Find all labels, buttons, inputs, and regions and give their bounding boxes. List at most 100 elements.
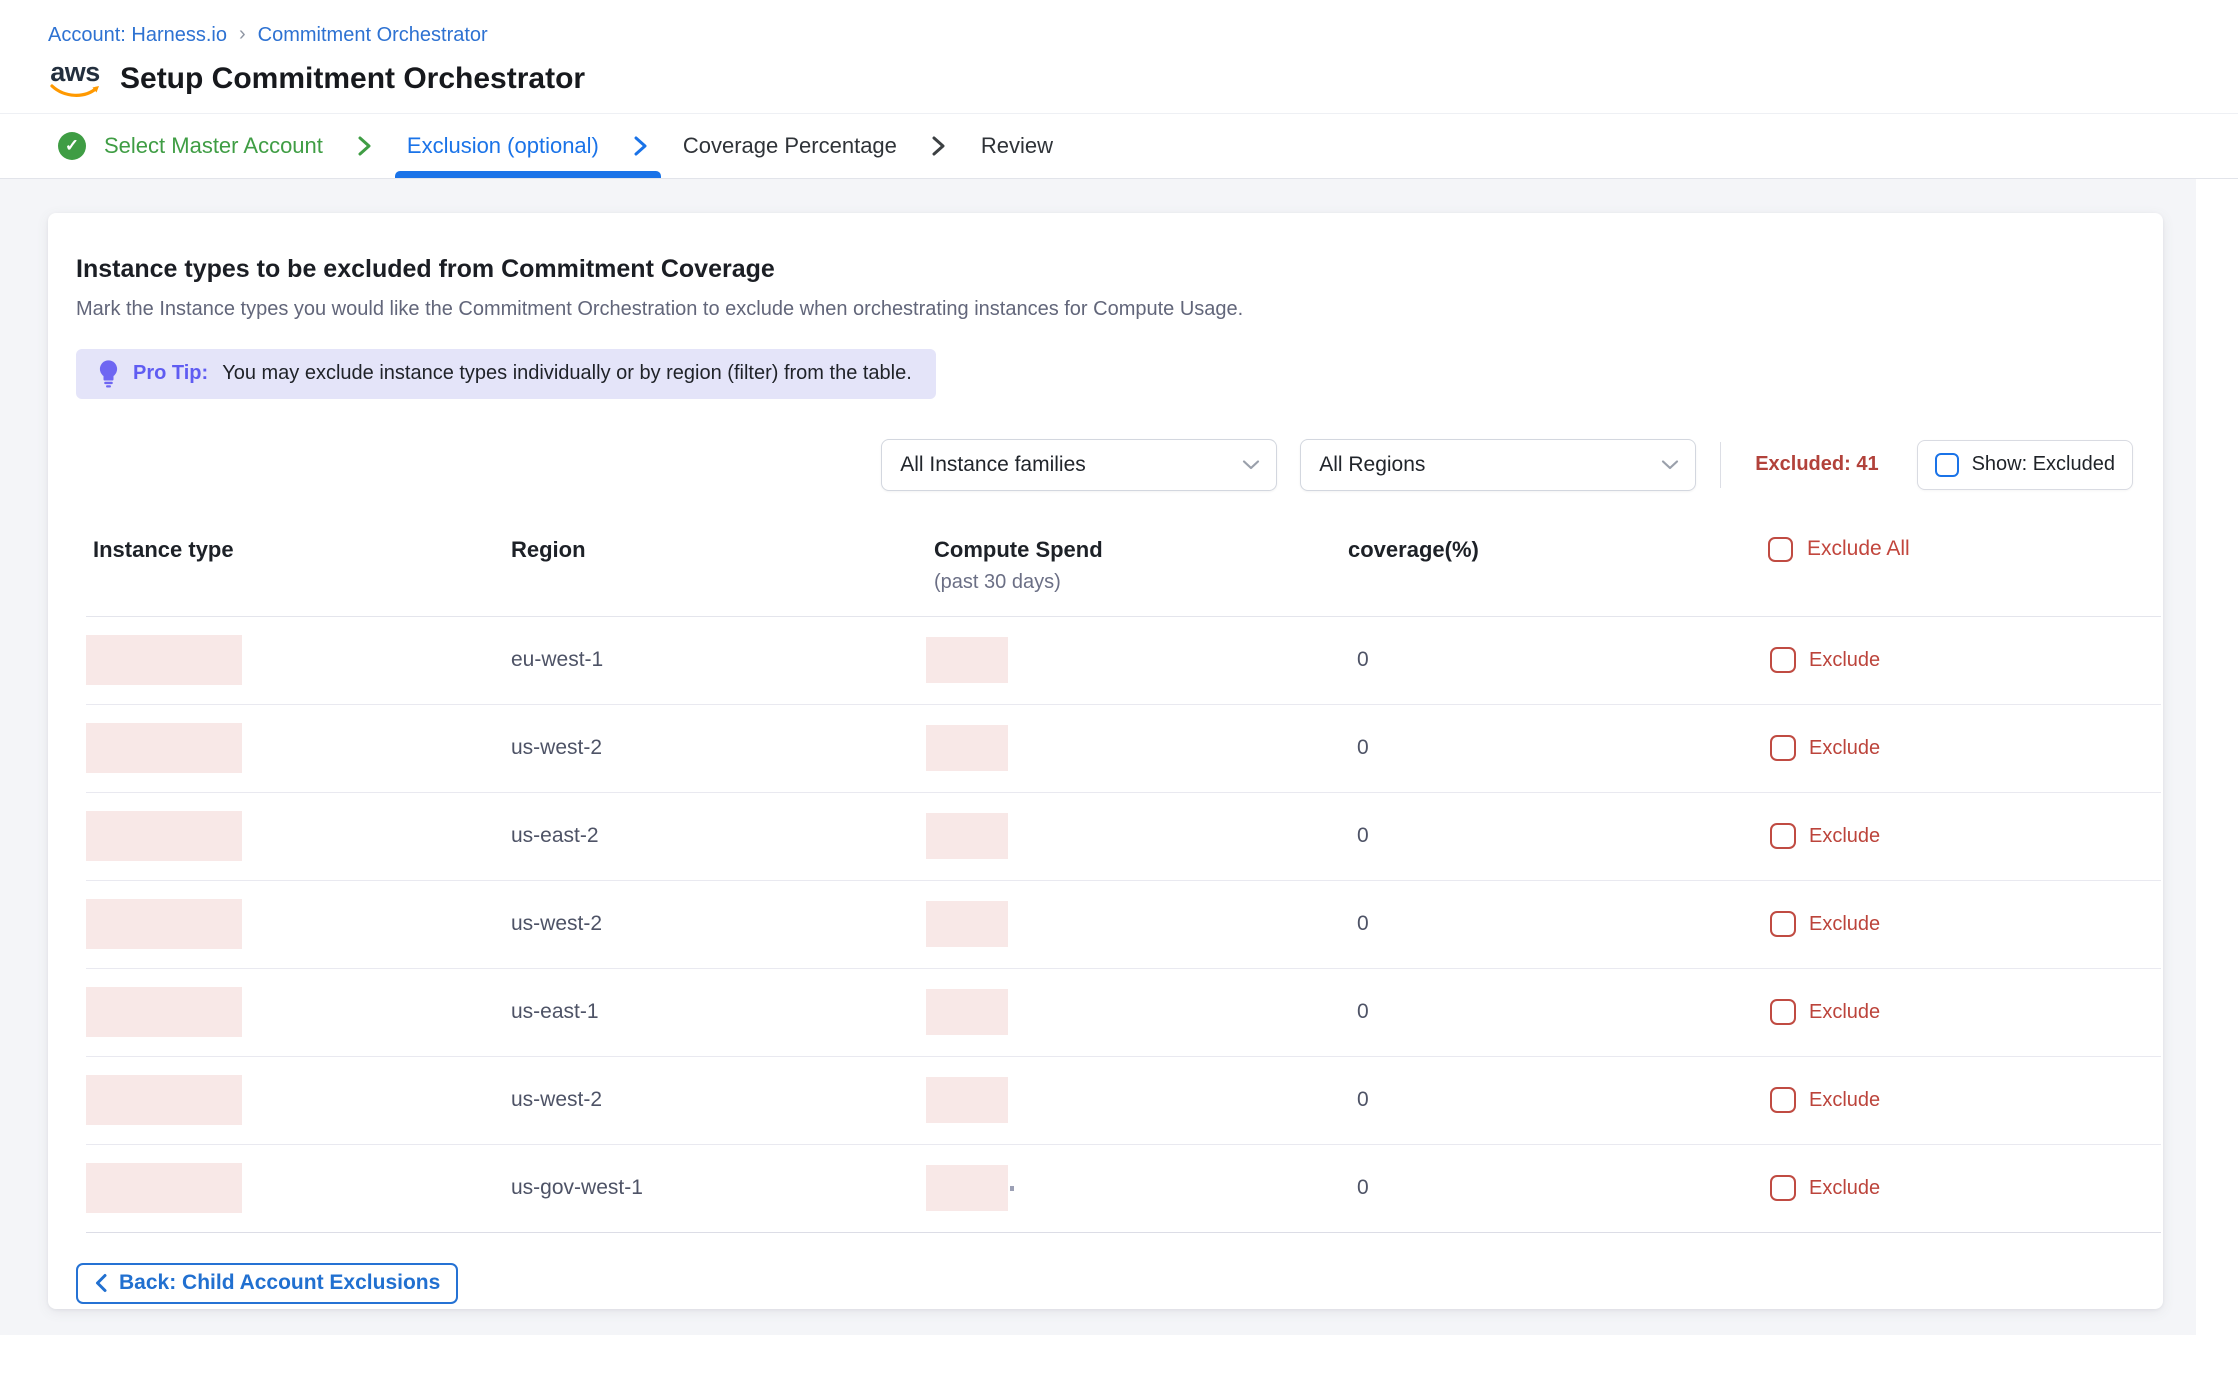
card-subtitle: Mark the Instance types you would like t… xyxy=(76,298,2135,321)
aws-smile-swoosh xyxy=(50,84,100,99)
title-row: aws Setup Commitment Orchestrator xyxy=(48,59,2238,113)
exclude-row-label: Exclude xyxy=(1809,913,1880,936)
cell-instance-type xyxy=(86,1163,511,1213)
content-area: Instance types to be excluded from Commi… xyxy=(0,179,2196,1335)
chevron-left-icon xyxy=(94,1273,108,1293)
col-header-instance-type: Instance type xyxy=(86,537,511,563)
back-button-label: Back: Child Account Exclusions xyxy=(119,1271,440,1295)
cell-coverage: 0 xyxy=(1341,912,1761,936)
redacted-spend-dot xyxy=(1010,1186,1014,1191)
exclude-row-checkbox[interactable] xyxy=(1770,911,1796,937)
compute-spend-title: Compute Spend xyxy=(934,537,1341,563)
cell-instance-type xyxy=(86,635,511,685)
cell-coverage: 0 xyxy=(1341,648,1761,672)
chevron-right-icon xyxy=(927,134,949,158)
exclude-row-checkbox[interactable] xyxy=(1770,999,1796,1025)
col-header-region: Region xyxy=(511,537,926,563)
cell-instance-type xyxy=(86,987,511,1037)
cell-compute-spend xyxy=(926,725,1341,771)
col-header-compute-spend: Compute Spend (past 30 days) xyxy=(926,537,1341,594)
pro-tip-banner: Pro Tip: You may exclude instance types … xyxy=(76,349,936,399)
cell-region: us-gov-west-1 xyxy=(511,1176,926,1200)
col-header-exclude-all: Exclude All xyxy=(1761,537,2161,562)
table-row: us-west-2 0 Exclude xyxy=(86,1057,2161,1145)
redacted-instance-type xyxy=(86,811,242,861)
cell-coverage: 0 xyxy=(1341,1000,1761,1024)
redacted-compute-spend xyxy=(926,1165,1008,1211)
exclude-row-label: Exclude xyxy=(1809,1001,1880,1024)
step-label: Review xyxy=(981,133,1053,159)
cell-region: us-east-2 xyxy=(511,824,926,848)
col-header-coverage: coverage(%) xyxy=(1341,537,1761,563)
table-header-row: Instance type Region Compute Spend (past… xyxy=(86,537,2161,617)
exclude-row-label: Exclude xyxy=(1809,825,1880,848)
cell-instance-type xyxy=(86,1075,511,1125)
cell-region: us-west-2 xyxy=(511,912,926,936)
exclude-row-checkbox[interactable] xyxy=(1770,823,1796,849)
check-circle-icon: ✓ xyxy=(58,132,86,160)
card-title: Instance types to be excluded from Commi… xyxy=(76,255,2135,284)
breadcrumb-current-link[interactable]: Commitment Orchestrator xyxy=(258,24,488,47)
pro-tip-label: Pro Tip: xyxy=(133,362,208,385)
table-row: us-west-2 0 Exclude xyxy=(86,705,2161,793)
aws-logo-icon: aws xyxy=(48,61,102,99)
cell-instance-type xyxy=(86,811,511,861)
cell-compute-spend xyxy=(926,989,1341,1035)
cell-compute-spend xyxy=(926,637,1341,683)
table-row: us-east-2 0 Exclude xyxy=(86,793,2161,881)
aws-logo-text: aws xyxy=(50,61,100,84)
exclude-row-checkbox[interactable] xyxy=(1770,1175,1796,1201)
chevron-right-icon xyxy=(353,134,375,158)
breadcrumb-account-link[interactable]: Account: Harness.io xyxy=(48,24,227,47)
cell-compute-spend xyxy=(926,1165,1341,1211)
exclude-row-checkbox[interactable] xyxy=(1770,1087,1796,1113)
redacted-compute-spend xyxy=(926,1077,1008,1123)
back-child-account-exclusions-button[interactable]: Back: Child Account Exclusions xyxy=(76,1263,458,1304)
cell-region: us-west-2 xyxy=(511,1088,926,1112)
cell-exclude: Exclude xyxy=(1761,735,2161,761)
table-row: us-east-1 0 Exclude xyxy=(86,969,2161,1057)
cell-exclude: Exclude xyxy=(1761,911,2161,937)
cell-coverage: 0 xyxy=(1341,1088,1761,1112)
exclude-row-checkbox[interactable] xyxy=(1770,647,1796,673)
step-select-master-account[interactable]: ✓ Select Master Account xyxy=(58,114,375,178)
redacted-compute-spend xyxy=(926,813,1008,859)
setup-stepper: ✓ Select Master Account Exclusion (optio… xyxy=(0,113,2238,179)
filters-row: All Instance families All Regions Exclud… xyxy=(76,439,2135,491)
cell-instance-type xyxy=(86,899,511,949)
cell-exclude: Exclude xyxy=(1761,1175,2161,1201)
exclude-row-checkbox[interactable] xyxy=(1770,735,1796,761)
cell-region: eu-west-1 xyxy=(511,648,926,672)
cell-exclude: Exclude xyxy=(1761,647,2161,673)
breadcrumb-separator-icon: › xyxy=(239,23,246,46)
cell-exclude: Exclude xyxy=(1761,1087,2161,1113)
step-exclusion-optional[interactable]: Exclusion (optional) xyxy=(407,114,651,178)
cell-exclude: Exclude xyxy=(1761,999,2161,1025)
step-review[interactable]: Review xyxy=(981,114,1053,178)
lightbulb-icon xyxy=(98,359,119,389)
instance-families-select[interactable]: All Instance families xyxy=(881,439,1277,491)
cell-region: us-west-2 xyxy=(511,736,926,760)
compute-spend-subtitle: (past 30 days) xyxy=(934,571,1341,594)
page-title: Setup Commitment Orchestrator xyxy=(120,62,585,96)
show-excluded-checkbox[interactable] xyxy=(1935,453,1959,477)
redacted-instance-type xyxy=(86,723,242,773)
table-row: us-gov-west-1 0 Exclude xyxy=(86,1145,2161,1233)
exclude-row-label: Exclude xyxy=(1809,737,1880,760)
pro-tip-text: You may exclude instance types individua… xyxy=(222,362,912,385)
chevron-down-icon xyxy=(1661,459,1679,471)
exclude-row-label: Exclude xyxy=(1809,649,1880,672)
exclude-all-label: Exclude All xyxy=(1807,537,1910,561)
show-excluded-toggle[interactable]: Show: Excluded xyxy=(1917,440,2133,490)
exclude-all-checkbox[interactable] xyxy=(1768,537,1793,562)
regions-selected-value: All Regions xyxy=(1319,453,1425,477)
exclusion-card: Instance types to be excluded from Commi… xyxy=(48,213,2163,1309)
step-coverage-percentage[interactable]: Coverage Percentage xyxy=(683,114,949,178)
filters-divider xyxy=(1720,442,1721,488)
redacted-instance-type xyxy=(86,1075,242,1125)
regions-select[interactable]: All Regions xyxy=(1300,439,1696,491)
redacted-instance-type xyxy=(86,899,242,949)
redacted-compute-spend xyxy=(926,725,1008,771)
redacted-compute-spend xyxy=(926,901,1008,947)
exclusion-table: Instance type Region Compute Spend (past… xyxy=(76,537,2135,1233)
